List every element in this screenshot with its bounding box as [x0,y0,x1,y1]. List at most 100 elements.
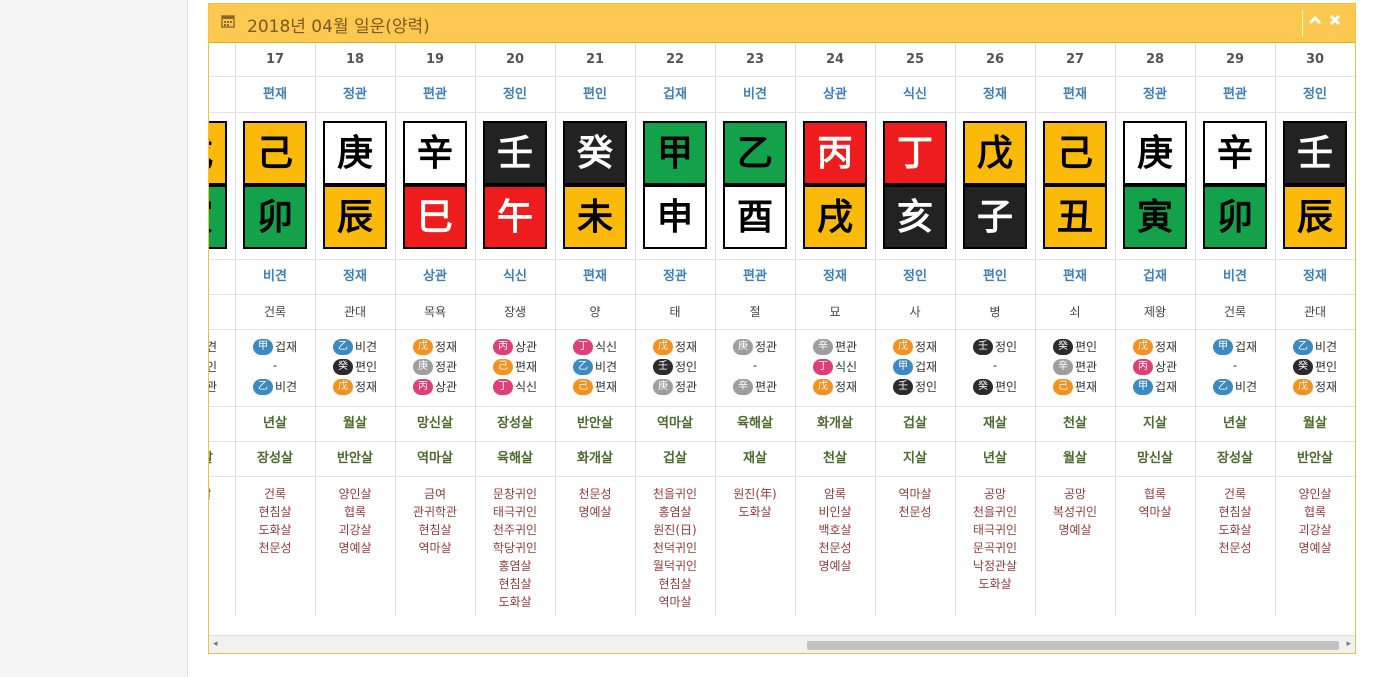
life-stage: 사 [875,295,955,330]
twelve-sal: 년살 [235,407,315,442]
stem-ten-god: 정인 [475,77,555,113]
twelve-sal-day: 반안살 [1275,442,1355,477]
day-column: 16비견戊寅편관장생戊비견丙편인甲편관지살역마살역마살 [209,43,236,615]
chevron-up-icon[interactable] [1305,10,1325,30]
scroll-left-arrow[interactable]: ◂ [213,639,218,649]
horizontal-scrollbar[interactable]: ◂ ▸ [209,635,1355,653]
hidden-stem-badge: 己 [492,358,513,375]
panel-header: 2018년 04월 일운(양력) [209,4,1355,43]
scrollbar-thumb[interactable] [807,641,1339,650]
hidden-stem-badge: 庚 [652,378,673,395]
scroll-right-arrow[interactable]: ▸ [1346,639,1351,649]
hidden-stem-badge: 庚 [732,338,753,355]
hidden-stem-badge: 癸 [1292,358,1313,375]
sinsal-item: 명예살 [578,505,612,519]
day-column: 20 정인 壬午 식신 장생 丙 상관 己 편재 丁 식신 장성살 육해살 문창귀인 태극귀인 천주귀인 학당귀… [475,43,556,615]
hidden-stem-line: 丁 식신 [475,378,555,398]
sinsal-item: 도화살 [738,505,772,519]
twelve-sal: 겁살 [875,407,955,442]
hidden-stem-badge: 癸 [332,358,353,375]
hidden-stems: 辛 편관 丁 식신 戊 정재 [795,330,875,407]
sinsal-item: 협록 [1143,487,1167,501]
hidden-stem-god: 편재 [594,380,618,394]
day-column: 22 겁재 甲申 정관 태 戊 정재 壬 정인 庚 정관 역마살 겁살 천을귀인 홍염살 원진(日) 천덕귀인 월… [635,43,716,615]
day-column: 21 편인 癸未 편재 양 丁 식신 乙 비견 己 편재 반안살 화개살 천문성 명예살 [555,43,636,615]
hidden-stem-line: - [715,358,795,378]
hidden-stem-god: 편관 [754,380,778,394]
hidden-stem-badge: 戊 [332,378,353,395]
earthly-branch: 子 [963,185,1027,249]
sinsal-item: 천문성 [818,541,852,555]
branch-ten-god: 정재 [315,260,395,295]
sinsal-item: 역마살 [418,541,452,555]
pillar-chars: 戊子 [955,113,1035,260]
twelve-sal-day: 반안살 [315,442,395,477]
hidden-stem-line: 丁 식신 [555,338,635,358]
hidden-stems: 丁 식신 乙 비견 己 편재 [555,330,635,407]
stem-ten-god: 겁재 [635,77,715,113]
fortune-table-scroll[interactable]: 16비견戊寅편관장생戊비견丙편인甲편관지살역마살역마살17편재己卯비견건록甲겁재… [209,43,1355,615]
twelve-sal-day: 화개살 [555,442,635,477]
hidden-stem-god: - [992,358,998,373]
hidden-stem-line: - [955,358,1035,378]
hidden-stem-god: 편관 [1074,360,1098,374]
hidden-stem-badge: 乙 [572,358,593,375]
hidden-stem-line: 壬 정인 [875,378,955,398]
sinsal-item: 공망 [1063,487,1087,501]
hidden-stem-god: 정재 [1314,380,1338,394]
hidden-stem-line: 戊 정재 [1275,378,1355,398]
sinsal-item: 백호살 [818,523,852,537]
stem-ten-god: 편재 [1035,77,1115,113]
hidden-stem-god: 편관 [209,380,217,394]
twelve-sal-day: 장성살 [235,442,315,477]
hidden-stem-line: 甲 겁재 [875,358,955,378]
day-column: 24 상관 丙戌 정재 묘 辛 편관 丁 식신 戊 정재 화개살 천살 암록 비인살 백호살 천문성 명예살 [795,43,876,615]
branch-ten-god: 정인 [875,260,955,295]
extra-sinsal: 양인살 협록 괴강살 명예살 [315,477,395,615]
day-number: 17 [235,43,315,77]
earthly-branch: 丑 [1043,185,1107,249]
hidden-stem-god: 편인 [209,360,217,374]
hidden-stem-line: 己 편재 [555,378,635,398]
twelve-sal: 월살 [1275,407,1355,442]
branch-ten-god: 편인 [955,260,1035,295]
close-icon[interactable] [1325,10,1345,30]
extra-sinsal: 공망 천을귀인 태극귀인 문곡귀인 낙정관살 도화살 [955,477,1035,615]
earthly-branch: 辰 [1283,185,1347,249]
sinsal-item: 현침살 [418,523,452,537]
stem-ten-god: 편관 [395,77,475,113]
hidden-stem-badge: 辛 [1052,358,1073,375]
heavenly-stem: 戊 [963,121,1027,185]
hidden-stem-badge: 丙 [492,338,513,355]
day-column: 29 편관 辛卯 비견 건록 甲 겁재 - 乙 비견 년살 장성살 건록 현침살 도화살 천문성 [1195,43,1276,615]
life-stage: 제왕 [1115,295,1195,330]
hidden-stem-god: - [752,358,758,373]
hidden-stem-god: 편인 [994,380,1018,394]
earthly-branch: 寅 [1123,185,1187,249]
heavenly-stem: 壬 [483,121,547,185]
earthly-branch: 戌 [803,185,867,249]
sinsal-item: 천을귀인 [652,487,698,501]
earthly-branch: 亥 [883,185,947,249]
sinsal-item: 건록 [263,487,287,501]
day-number: 29 [1195,43,1275,77]
branch-ten-god: 편관 [715,260,795,295]
day-number: 21 [555,43,635,77]
hidden-stem-god: 비견 [1314,340,1338,354]
twelve-sal-day: 역마살 [209,442,235,477]
extra-sinsal: 건록 현침살 도화살 천문성 [1195,477,1275,615]
life-stage: 장생 [475,295,555,330]
earthly-branch: 酉 [723,185,787,249]
hidden-stem-line: 甲 겁재 [1195,338,1275,358]
life-stage: 관대 [315,295,395,330]
day-number: 18 [315,43,395,77]
twelve-sal: 월살 [315,407,395,442]
heavenly-stem: 壬 [1283,121,1347,185]
sinsal-item: 현침살 [498,577,532,591]
hidden-stem-badge: 戊 [1292,378,1313,395]
hidden-stem-line: 己 편재 [475,358,555,378]
heavenly-stem: 己 [243,121,307,185]
hidden-stem-god: 편인 [1314,360,1338,374]
stem-ten-god: 식신 [875,77,955,113]
hidden-stem-badge: 甲 [1132,378,1153,395]
